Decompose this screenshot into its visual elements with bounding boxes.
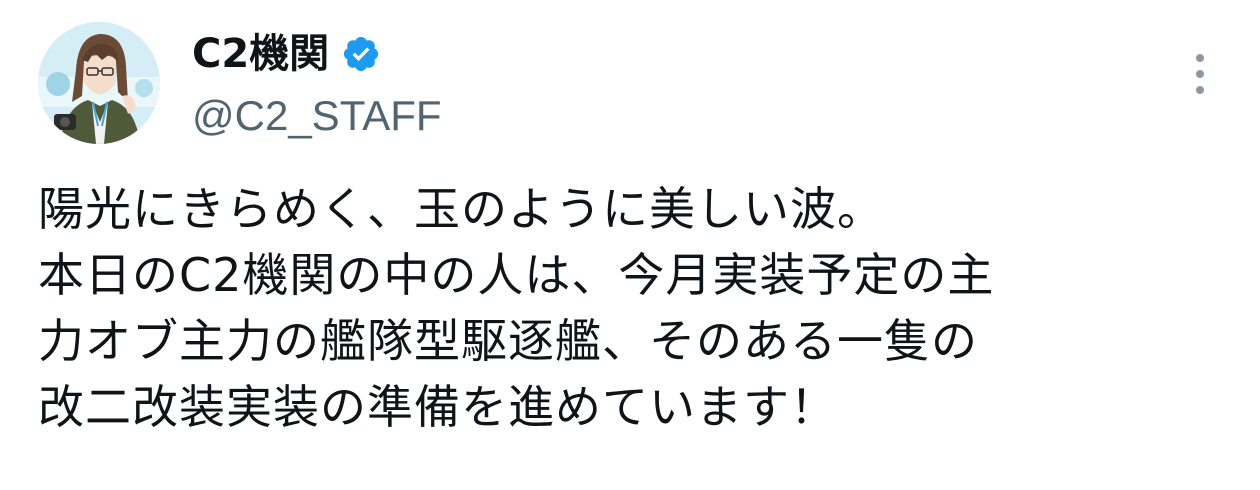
more-vertical-icon	[1196, 54, 1204, 62]
tweet-text-line: 改二改装実装の準備を進めています！	[38, 380, 837, 434]
tweet-text-line: 力オブ主力の艦隊型駆逐艦、そのある一隻の	[38, 314, 978, 368]
tweet-header: C2機関 @C2_STAFF	[192, 26, 442, 146]
avatar-illustration	[38, 22, 160, 144]
more-vertical-icon-dot	[1196, 86, 1204, 94]
more-options-button[interactable]	[1180, 50, 1220, 98]
author-display-name[interactable]: C2機関	[192, 26, 329, 82]
tweet-text-line: 陽光にきらめく、玉のように美しい波。	[38, 182, 884, 236]
tweet-text: 陽光にきらめく、玉のように美しい波。 本日のC2機関の中の人は、今月実装予定の主…	[38, 176, 1238, 440]
tweet-card: C2機関 @C2_STAFF 陽光にきらめく、玉のように美しい波。 本日のC2機…	[0, 0, 1260, 490]
more-vertical-icon-dot	[1196, 70, 1204, 78]
author-handle[interactable]: @C2_STAFF	[192, 86, 442, 146]
author-avatar[interactable]	[38, 22, 160, 144]
author-name-row: C2機関	[192, 26, 442, 82]
verified-badge-icon	[341, 34, 381, 74]
tweet-text-line: 本日のC2機関の中の人は、今月実装予定の主	[38, 248, 995, 302]
